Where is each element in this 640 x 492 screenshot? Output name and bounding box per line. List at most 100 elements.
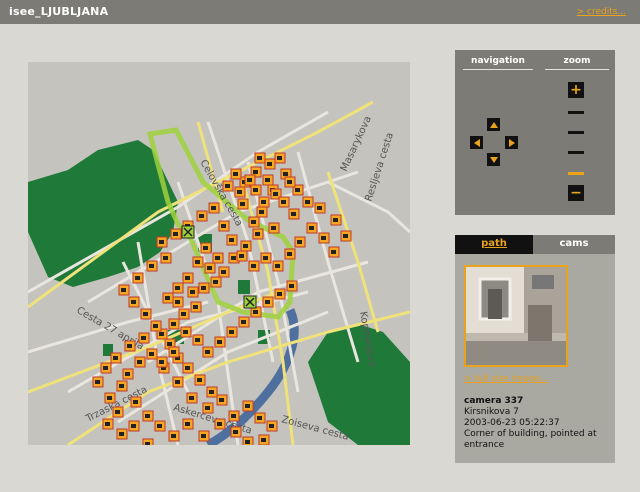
camera-marker-icon[interactable] (132, 272, 144, 284)
camera-marker-icon[interactable] (206, 386, 218, 398)
camera-marker-icon[interactable] (168, 318, 180, 330)
camera-marker-icon[interactable] (302, 196, 314, 208)
camera-marker-icon[interactable] (218, 266, 230, 278)
camera-marker-icon[interactable] (128, 296, 140, 308)
camera-marker-icon[interactable] (340, 230, 352, 242)
city-map[interactable]: Celovška cesta Masarykova Resljeva cesta… (28, 62, 410, 445)
zoom-out-button[interactable]: − (568, 185, 584, 201)
full-size-image-link[interactable]: > full size image... (464, 374, 548, 384)
camera-marker-icon[interactable] (258, 434, 270, 445)
camera-marker-icon[interactable] (124, 340, 136, 352)
camera-marker-icon[interactable] (214, 336, 226, 348)
camera-marker-icon[interactable] (204, 262, 216, 274)
camera-marker-icon[interactable] (118, 284, 130, 296)
camera-marker-icon[interactable] (182, 362, 194, 374)
camera-marker-icon[interactable] (198, 430, 210, 442)
camera-marker-icon[interactable] (202, 346, 214, 358)
camera-marker-icon[interactable] (244, 174, 256, 186)
tab-cams[interactable]: cams (533, 235, 615, 254)
camera-marker-icon[interactable] (306, 222, 318, 234)
zoom-in-button[interactable]: + (568, 82, 584, 98)
camera-marker-icon[interactable] (178, 308, 190, 320)
camera-marker-icon[interactable] (218, 220, 230, 232)
credits-link[interactable]: > credits... (577, 7, 626, 17)
camera-marker-icon[interactable] (262, 296, 274, 308)
camera-marker-icon[interactable] (272, 260, 284, 272)
camera-marker-icon[interactable] (274, 288, 286, 300)
camera-marker-icon[interactable] (286, 280, 298, 292)
camera-marker-icon[interactable] (128, 420, 140, 432)
camera-marker-icon[interactable] (284, 176, 296, 188)
camera-marker-icon[interactable] (230, 426, 242, 438)
camera-marker-icon[interactable] (278, 196, 290, 208)
camera-marker-icon[interactable] (112, 406, 124, 418)
camera-marker-icon[interactable] (330, 214, 342, 226)
zoom-level-1[interactable] (568, 111, 584, 114)
camera-marker-icon[interactable] (182, 418, 194, 430)
camera-marker-icon[interactable] (130, 396, 142, 408)
camera-marker-icon[interactable] (180, 326, 192, 338)
camera-marker-icon[interactable] (138, 332, 150, 344)
camera-marker-icon[interactable] (242, 436, 254, 445)
pan-left-button[interactable] (470, 136, 483, 149)
camera-marker-icon[interactable] (228, 410, 240, 422)
camera-marker-icon[interactable] (172, 296, 184, 308)
camera-marker-icon[interactable] (134, 356, 146, 368)
camera-marker-icon[interactable] (104, 392, 116, 404)
camera-marker-icon[interactable] (116, 380, 128, 392)
camera-marker-icon[interactable] (294, 236, 306, 248)
camera-marker-icon[interactable] (196, 210, 208, 222)
camera-marker-icon[interactable] (200, 242, 212, 254)
camera-marker-icon[interactable] (250, 184, 262, 196)
camera-marker-icon[interactable] (268, 222, 280, 234)
camera-marker-icon[interactable] (252, 228, 264, 240)
camera-marker-icon[interactable] (236, 250, 248, 262)
camera-marker-icon[interactable] (284, 248, 296, 260)
camera-thumbnail[interactable] (464, 265, 568, 367)
pan-up-button[interactable] (487, 118, 500, 131)
camera-marker-icon[interactable] (226, 326, 238, 338)
camera-marker-icon[interactable] (172, 376, 184, 388)
camera-marker-icon[interactable] (156, 236, 168, 248)
camera-marker-icon[interactable] (254, 412, 266, 424)
camera-marker-icon[interactable] (162, 292, 174, 304)
camera-marker-icon[interactable] (222, 180, 234, 192)
camera-marker-icon[interactable] (230, 168, 242, 180)
camera-marker-icon[interactable] (100, 362, 112, 374)
camera-marker-icon[interactable] (110, 352, 122, 364)
camera-marker-icon[interactable] (190, 301, 202, 313)
camera-marker-icon[interactable] (142, 410, 154, 422)
zoom-level-3[interactable] (568, 151, 584, 154)
camera-marker-icon[interactable] (266, 420, 278, 432)
camera-marker-icon[interactable] (237, 198, 249, 210)
camera-marker-icon[interactable] (212, 252, 224, 264)
camera-marker-icon[interactable] (214, 418, 226, 430)
camera-marker-icon[interactable] (92, 376, 104, 388)
camera-marker-icon[interactable] (198, 282, 210, 294)
camera-marker-icon[interactable] (182, 272, 194, 284)
camera-marker-icon[interactable] (234, 186, 246, 198)
camera-marker-icon[interactable] (192, 256, 204, 268)
camera-marker-icon[interactable] (328, 246, 340, 258)
camera-marker-icon[interactable] (258, 196, 270, 208)
route-end-icon[interactable] (243, 295, 257, 309)
camera-marker-icon[interactable] (318, 232, 330, 244)
camera-marker-icon[interactable] (170, 228, 182, 240)
camera-marker-icon[interactable] (142, 438, 154, 445)
camera-marker-icon[interactable] (168, 430, 180, 442)
camera-marker-icon[interactable] (238, 316, 250, 328)
camera-marker-icon[interactable] (260, 252, 272, 264)
camera-marker-icon[interactable] (186, 392, 198, 404)
camera-marker-icon[interactable] (140, 308, 152, 320)
camera-marker-icon[interactable] (146, 260, 158, 272)
camera-marker-icon[interactable] (156, 356, 168, 368)
camera-marker-icon[interactable] (240, 240, 252, 252)
camera-marker-icon[interactable] (187, 286, 199, 298)
route-start-icon[interactable] (181, 225, 195, 239)
pan-down-button[interactable] (487, 153, 500, 166)
camera-marker-icon[interactable] (116, 428, 128, 440)
camera-marker-icon[interactable] (288, 208, 300, 220)
camera-marker-icon[interactable] (160, 252, 172, 264)
camera-marker-icon[interactable] (248, 216, 260, 228)
camera-marker-icon[interactable] (256, 206, 268, 218)
